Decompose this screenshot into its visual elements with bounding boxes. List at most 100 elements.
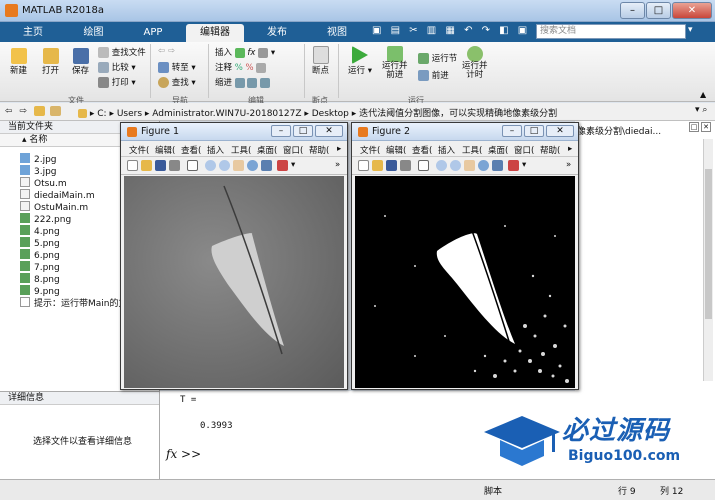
breadcrumb-segment[interactable]: C:	[97, 109, 106, 119]
breadcrumb-segment[interactable]: Users	[117, 109, 142, 119]
minimize-button[interactable]: –	[502, 125, 522, 137]
brush-icon[interactable]	[508, 160, 519, 171]
tab-publish[interactable]: 发布	[252, 24, 302, 42]
data-cursor-icon[interactable]	[492, 160, 503, 171]
menu-desktop[interactable]: 桌面(	[257, 144, 277, 156]
back-forward-buttons[interactable]: ⇦ ⇨	[158, 46, 175, 56]
find-button[interactable]: 查找 ▾	[158, 76, 196, 88]
compare-button[interactable]: 比较 ▾	[98, 61, 136, 73]
editor-close-icon[interactable]: ✕	[701, 122, 711, 132]
list-item[interactable]: 9.png	[20, 285, 60, 297]
list-item[interactable]: 5.png	[20, 237, 60, 249]
menu-insert[interactable]: 插入	[207, 144, 224, 156]
maximize-button[interactable]: □	[524, 125, 544, 137]
comment-button[interactable]: 注释 % %	[215, 61, 267, 73]
run-and-time-button[interactable]: 运行并 计时	[462, 46, 488, 80]
save-button[interactable]: 保存	[72, 48, 89, 76]
list-item[interactable]: 提示：运行带Main的文	[20, 297, 128, 309]
nav-arrows[interactable]: ⇦ ⇨	[5, 106, 61, 117]
command-prompt[interactable]: fx >>	[166, 447, 201, 461]
list-item[interactable]: 4.png	[20, 225, 60, 237]
menu-view[interactable]: 查看(	[181, 144, 201, 156]
tab-plots[interactable]: 绘图	[66, 24, 121, 42]
menu-insert[interactable]: 插入	[438, 144, 455, 156]
figure-2-window[interactable]: Figure 2 – □ ✕ 文件( 编辑( 查看( 插入 工具( 桌面( 窗口…	[351, 122, 579, 390]
print-button[interactable]: 打印 ▾	[98, 76, 136, 88]
breadcrumb[interactable]: ▸ C: ▸ Users ▸ Administrator.WIN7U-20180…	[78, 106, 557, 119]
close-button[interactable]: ✕	[546, 125, 574, 137]
menu-overflow-icon[interactable]: ▸	[568, 144, 572, 154]
print-icon[interactable]	[400, 160, 411, 171]
menu-tools[interactable]: 工具(	[231, 144, 251, 156]
menu-window[interactable]: 窗口(	[514, 144, 534, 156]
maximize-button[interactable]: □	[646, 2, 671, 19]
pointer-icon[interactable]	[187, 160, 198, 171]
minimize-button[interactable]: –	[271, 125, 291, 137]
toolbar-overflow-icon[interactable]: »	[335, 160, 340, 170]
pointer-icon[interactable]	[418, 160, 429, 171]
figure-1-titlebar[interactable]: Figure 1 – □ ✕	[121, 123, 347, 141]
goto-button[interactable]: 转至 ▾	[158, 61, 196, 73]
list-item[interactable]: diedaiMain.m	[20, 189, 95, 201]
list-item[interactable]: Otsu.m	[20, 177, 67, 189]
tab-view[interactable]: 视图	[312, 24, 362, 42]
menu-window[interactable]: 窗口(	[283, 144, 303, 156]
collapse-ribbon-icon[interactable]: ▲	[700, 90, 706, 99]
close-button[interactable]: ✕	[672, 2, 712, 19]
list-item[interactable]: 7.png	[20, 261, 60, 273]
list-item[interactable]: 8.png	[20, 273, 60, 285]
breadcrumb-segment[interactable]: Administrator.WIN7U-20180127Z	[152, 109, 301, 119]
toolbar-overflow-icon[interactable]: »	[566, 160, 571, 170]
list-item[interactable]: 2.jpg	[20, 153, 57, 165]
minimize-button[interactable]: –	[620, 2, 645, 19]
run-button[interactable]: 运行 ▾	[348, 46, 372, 76]
zoom-in-icon[interactable]	[436, 160, 447, 171]
new-button[interactable]: 新建	[10, 48, 27, 76]
open-file-icon[interactable]	[372, 160, 383, 171]
rotate-icon[interactable]	[247, 160, 258, 171]
menu-file[interactable]: 文件(	[129, 144, 149, 156]
zoom-in-icon[interactable]	[205, 160, 216, 171]
maximize-button[interactable]: □	[293, 125, 313, 137]
indent-button[interactable]: 缩进	[215, 76, 271, 88]
quick-access-toolbar[interactable]: ▣ ▤ ✂ ▥ ▦ ↶ ↷ ◧ ▣ ?	[372, 25, 545, 36]
scrollbar-thumb[interactable]	[705, 169, 712, 319]
address-dropdown-icon[interactable]: ▾ ⌕	[695, 105, 707, 115]
breadcrumb-segment[interactable]: Desktop	[312, 109, 349, 119]
menu-desktop[interactable]: 桌面(	[488, 144, 508, 156]
editor-restore-icon[interactable]: □	[689, 122, 699, 132]
menu-edit[interactable]: 编辑(	[386, 144, 406, 156]
save-icon[interactable]	[155, 160, 166, 171]
pan-icon[interactable]	[464, 160, 475, 171]
run-advance-button[interactable]: 运行并 前进	[382, 46, 408, 80]
menu-file[interactable]: 文件(	[360, 144, 380, 156]
new-figure-icon[interactable]	[127, 160, 138, 171]
figure-2-titlebar[interactable]: Figure 2 – □ ✕	[352, 123, 578, 141]
brush-icon[interactable]	[277, 160, 288, 171]
breadcrumb-segment[interactable]: 迭代法阈值分割图像，可以实现精确地像素级分割	[359, 109, 557, 119]
new-figure-icon[interactable]	[358, 160, 369, 171]
run-section-button[interactable]: 运行节	[418, 52, 457, 64]
menu-tools[interactable]: 工具(	[462, 144, 482, 156]
save-icon[interactable]	[386, 160, 397, 171]
menu-edit[interactable]: 编辑(	[155, 144, 175, 156]
filter-icon[interactable]: ▾	[688, 25, 693, 35]
menu-view[interactable]: 查看(	[412, 144, 432, 156]
menu-help[interactable]: 帮助(	[540, 144, 560, 156]
tab-editor[interactable]: 编辑器	[186, 24, 244, 42]
data-cursor-icon[interactable]	[261, 160, 272, 171]
find-files-button[interactable]: 查找文件	[98, 46, 146, 58]
menu-overflow-icon[interactable]: ▸	[337, 144, 341, 154]
search-input[interactable]: 搜索文档	[536, 24, 686, 39]
zoom-out-icon[interactable]	[219, 160, 230, 171]
brush-dropdown-icon[interactable]: ▾	[522, 160, 526, 170]
menu-help[interactable]: 帮助(	[309, 144, 329, 156]
list-item[interactable]: 3.jpg	[20, 165, 57, 177]
pan-icon[interactable]	[233, 160, 244, 171]
brush-dropdown-icon[interactable]: ▾	[291, 160, 295, 170]
advance-button[interactable]: 前进	[418, 69, 449, 81]
list-item[interactable]: OstuMain.m	[20, 201, 88, 213]
insert-button[interactable]: 插入 fx ▾	[215, 46, 275, 58]
zoom-out-icon[interactable]	[450, 160, 461, 171]
tab-apps[interactable]: APP	[128, 24, 178, 42]
